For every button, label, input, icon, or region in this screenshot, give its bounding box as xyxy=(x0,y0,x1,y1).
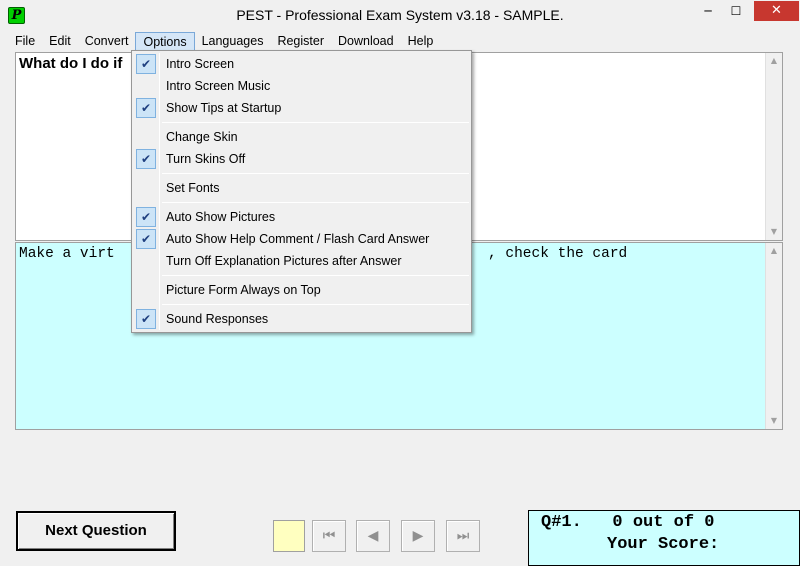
question-text: What do I do if xyxy=(19,55,123,72)
next-question-button[interactable]: Next Question xyxy=(16,511,176,551)
menu-edit[interactable]: Edit xyxy=(42,32,78,51)
menu-register[interactable]: Register xyxy=(270,32,331,51)
next-arrow-button[interactable]: ▶ xyxy=(401,520,435,552)
close-button[interactable]: ✕ xyxy=(754,1,799,21)
options-menu: ✔ Intro Screen Intro Screen Music ✔ Show… xyxy=(131,50,472,333)
menu-item-auto-show-help[interactable]: ✔ Auto Show Help Comment / Flash Card An… xyxy=(134,228,469,250)
menu-separator xyxy=(162,202,469,203)
check-icon: ✔ xyxy=(136,54,156,74)
minimize-button[interactable]: ─ xyxy=(695,1,721,21)
menu-item-sound-responses[interactable]: ✔ Sound Responses xyxy=(134,308,469,330)
question-counter: Q#1. 0 out of 0 xyxy=(541,513,715,532)
menu-item-change-skin[interactable]: Change Skin xyxy=(134,126,469,148)
check-icon: ✔ xyxy=(136,229,156,249)
first-question-button[interactable]: ⏮ xyxy=(312,520,346,552)
answer-scrollbar[interactable]: ▲ ▼ xyxy=(765,243,782,429)
menu-bar: File Edit Convert Options Languages Regi… xyxy=(0,31,800,51)
menu-separator xyxy=(162,122,469,123)
menu-separator xyxy=(162,173,469,174)
title-bar: P PEST - Professional Exam System v3.18 … xyxy=(0,0,800,31)
question-scrollbar[interactable]: ▲ ▼ xyxy=(765,53,782,240)
answer-text-left: Make a virt xyxy=(19,246,115,262)
maximize-button[interactable]: ☐ xyxy=(723,1,749,21)
scroll-up-icon[interactable]: ▲ xyxy=(766,53,782,69)
answer-text-right: , check the card xyxy=(488,246,628,262)
menu-item-intro-screen[interactable]: ✔ Intro Screen xyxy=(134,53,469,75)
check-icon: ✔ xyxy=(136,309,156,329)
menu-options[interactable]: Options xyxy=(135,31,195,51)
scroll-down-icon[interactable]: ▼ xyxy=(766,413,782,429)
menu-file[interactable]: File xyxy=(8,32,42,51)
menu-separator xyxy=(162,304,469,305)
menu-item-turn-off-explanation[interactable]: Turn Off Explanation Pictures after Answ… xyxy=(134,250,469,272)
scroll-down-icon[interactable]: ▼ xyxy=(766,224,782,240)
menu-help[interactable]: Help xyxy=(401,32,441,51)
score-panel: Q#1. 0 out of 0 Your Score: xyxy=(528,510,800,566)
menu-download[interactable]: Download xyxy=(331,32,401,51)
menu-separator xyxy=(162,275,469,276)
check-icon: ✔ xyxy=(136,98,156,118)
menu-item-show-tips[interactable]: ✔ Show Tips at Startup xyxy=(134,97,469,119)
score-label: Your Score: xyxy=(607,535,720,554)
scroll-up-icon[interactable]: ▲ xyxy=(766,243,782,259)
menu-item-set-fonts[interactable]: Set Fonts xyxy=(134,177,469,199)
check-icon: ✔ xyxy=(136,149,156,169)
menu-item-picture-form[interactable]: Picture Form Always on Top xyxy=(134,279,469,301)
menu-languages[interactable]: Languages xyxy=(195,32,271,51)
previous-question-button[interactable]: ◀ xyxy=(356,520,390,552)
menu-item-turn-skins-off[interactable]: ✔ Turn Skins Off xyxy=(134,148,469,170)
last-question-button[interactable]: ⏭ xyxy=(446,520,480,552)
menu-item-intro-screen-music[interactable]: Intro Screen Music xyxy=(134,75,469,97)
window-title: PEST - Professional Exam System v3.18 - … xyxy=(236,7,564,23)
check-icon: ✔ xyxy=(136,207,156,227)
menu-item-auto-show-pictures[interactable]: ✔ Auto Show Pictures xyxy=(134,206,469,228)
flash-card-indicator[interactable] xyxy=(273,520,305,552)
menu-convert[interactable]: Convert xyxy=(78,32,136,51)
